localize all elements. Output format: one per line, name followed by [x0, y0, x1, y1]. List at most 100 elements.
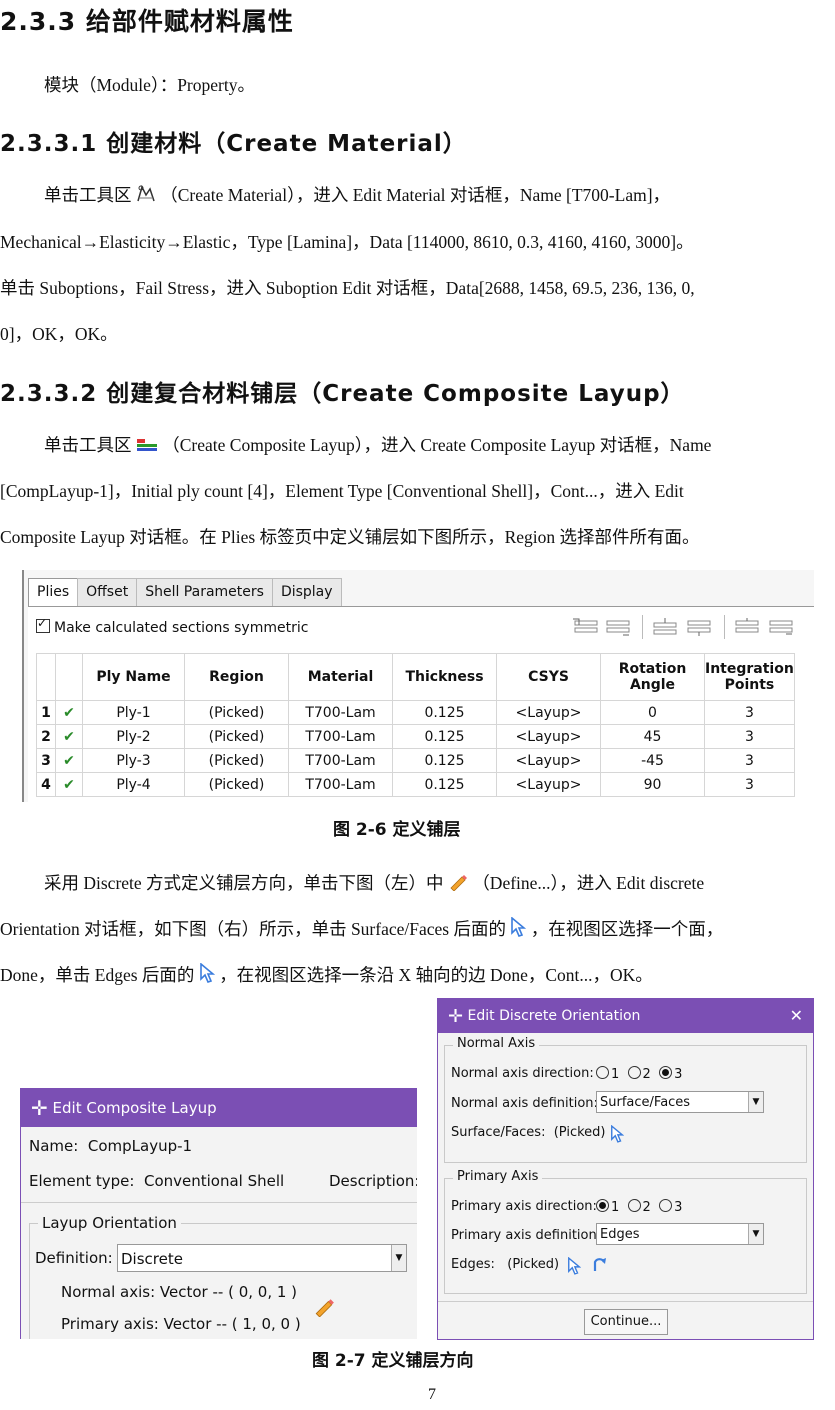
material-cell[interactable]: T700-Lam — [288, 748, 393, 773]
orientation-line3-suffix: ，在视图区选择一条沿 X 轴向的边 Done，Cont...，OK。 — [219, 965, 653, 985]
section-heading-2-3-3-1: 2.3.3.1 创建材料（Create Material） — [0, 131, 467, 157]
name-row: Name: CompLayup-1 — [29, 1137, 192, 1155]
name-value: CompLayup-1 — [87, 1137, 193, 1155]
chevron-down-icon[interactable]: ▼ — [748, 1224, 763, 1244]
surface-faces-row: Surface/Faces: (Picked) — [451, 1125, 606, 1140]
layup-paragraph-line-2: [CompLayup-1]，Initial ply count [4]，Elem… — [0, 481, 684, 501]
tab-plies[interactable]: Plies — [28, 578, 79, 606]
section-heading-2-3-3-2: 2.3.3.2 创建复合材料铺层（Create Composite Layup） — [0, 381, 685, 407]
table-row[interactable]: 1 ✔ Ply-1 (Picked) T700-Lam 0.125 <Layup… — [36, 700, 795, 725]
select-cursor-icon — [510, 908, 527, 954]
material-cell[interactable]: T700-Lam — [288, 772, 393, 797]
header-material: Material — [288, 653, 393, 701]
select-edges-cursor-icon[interactable] — [567, 1257, 581, 1275]
thickness-cell[interactable]: 0.125 — [392, 724, 497, 749]
copy-row-icon[interactable] — [732, 617, 762, 637]
primary-definition-select[interactable]: Edges ▼ — [596, 1223, 764, 1245]
element-type-value: Conventional Shell — [143, 1172, 285, 1190]
move-handle-icon[interactable]: ✛ — [448, 1006, 463, 1027]
ply-name-cell[interactable]: Ply-2 — [82, 724, 185, 749]
figure-caption-2-6: 图 2-6 定义铺层 — [333, 820, 461, 840]
table-row[interactable]: 2 ✔ Ply-2 (Picked) T700-Lam 0.125 <Layup… — [36, 724, 795, 749]
region-cell[interactable]: (Picked) — [184, 748, 289, 773]
normal-definition-label: Normal axis definition: — [451, 1096, 598, 1111]
select-surface-cursor-icon[interactable] — [610, 1125, 624, 1143]
material-line1-prefix: 单击工具区 — [44, 185, 132, 205]
chevron-down-icon[interactable]: ▼ — [748, 1092, 763, 1112]
csys-cell[interactable]: <Layup> — [496, 700, 601, 725]
rotation-angle-cell[interactable]: -45 — [600, 748, 705, 773]
radio-2[interactable] — [627, 1199, 641, 1212]
chevron-down-icon[interactable]: ▼ — [391, 1245, 406, 1271]
table-row[interactable]: 3 ✔ Ply-3 (Picked) T700-Lam 0.125 <Layup… — [36, 748, 795, 773]
csys-cell[interactable]: <Layup> — [496, 724, 601, 749]
move-handle-icon[interactable]: ✛ — [31, 1096, 48, 1120]
pencil-icon — [448, 862, 468, 908]
radio-1[interactable] — [596, 1066, 609, 1079]
symmetric-checkbox-label: Make calculated sections symmetric — [54, 620, 309, 636]
insert-row-after-icon[interactable] — [603, 617, 633, 637]
radio-2[interactable] — [627, 1066, 641, 1079]
symmetric-checkbox[interactable]: Make calculated sections symmetric — [36, 616, 309, 636]
integration-points-cell[interactable]: 3 — [704, 748, 795, 773]
plies-tab-body: Make calculated sections symmetric Ply N… — [28, 606, 814, 802]
create-material-icon — [136, 174, 156, 220]
tab-display[interactable]: Display — [271, 578, 342, 606]
header-thickness: Thickness — [392, 653, 497, 701]
group-title: Primary Axis — [453, 1169, 543, 1184]
delete-row-icon[interactable] — [766, 617, 796, 637]
tab-shell-parameters[interactable]: Shell Parameters — [136, 578, 273, 606]
surface-faces-value: (Picked) — [553, 1125, 606, 1140]
dialog-title: Edit Composite Layup — [52, 1099, 217, 1117]
plies-table: Ply Name Region Material Thickness CSYS … — [36, 653, 795, 797]
rotation-angle-cell[interactable]: 45 — [600, 724, 705, 749]
thickness-cell[interactable]: 0.125 — [392, 748, 497, 773]
integration-points-cell[interactable]: 3 — [704, 700, 795, 725]
ply-name-cell[interactable]: Ply-4 — [82, 772, 185, 797]
continue-button[interactable]: Continue... — [584, 1309, 668, 1335]
row-number: 1 — [36, 700, 56, 725]
element-type-row: Element type: Conventional Shell — [29, 1172, 284, 1190]
move-row-down-icon[interactable] — [684, 617, 714, 637]
material-cell[interactable]: T700-Lam — [288, 700, 393, 725]
thickness-cell[interactable]: 0.125 — [392, 700, 497, 725]
flip-direction-icon[interactable] — [591, 1255, 607, 1273]
radio-3-selected[interactable] — [659, 1066, 673, 1079]
check-icon: ✔ — [55, 748, 83, 773]
material-line1-suffix: （Create Material），进入 Edit Material 对话框，N… — [160, 185, 671, 205]
material-cell[interactable]: T700-Lam — [288, 724, 393, 749]
ply-name-cell[interactable]: Ply-1 — [82, 700, 185, 725]
radio-1-selected[interactable] — [596, 1199, 609, 1212]
insert-row-before-icon[interactable] — [571, 617, 601, 637]
region-cell[interactable]: (Picked) — [184, 772, 289, 797]
tab-offset[interactable]: Offset — [77, 578, 138, 606]
region-cell[interactable]: (Picked) — [184, 724, 289, 749]
page-number: 7 — [428, 1386, 436, 1403]
region-cell[interactable]: (Picked) — [184, 700, 289, 725]
radio-3[interactable] — [659, 1199, 673, 1212]
name-label: Name: — [29, 1137, 79, 1155]
rotation-angle-cell[interactable]: 90 — [600, 772, 705, 797]
primary-direction-label: Primary axis direction: — [451, 1199, 597, 1214]
csys-cell[interactable]: <Layup> — [496, 748, 601, 773]
checkbox-checked-icon[interactable] — [36, 616, 50, 633]
radio-2-label: 2 — [642, 1067, 651, 1082]
table-row[interactable]: 4 ✔ Ply-4 (Picked) T700-Lam 0.125 <Layup… — [36, 772, 795, 797]
thickness-cell[interactable]: 0.125 — [392, 772, 497, 797]
define-pencil-icon[interactable] — [313, 1297, 335, 1317]
normal-axis-text: Normal axis: Vector -- ( 0, 0, 1 ) — [61, 1283, 298, 1301]
definition-select[interactable]: Discrete ▼ — [117, 1244, 407, 1272]
rotation-angle-cell[interactable]: 0 — [600, 700, 705, 725]
close-icon[interactable]: ✕ — [790, 999, 803, 1033]
orientation-line1-prefix: 采用 Discrete 方式定义铺层方向，单击下图（左）中 — [44, 873, 444, 893]
ply-name-cell[interactable]: Ply-3 — [82, 748, 185, 773]
header-integration-points: Integration Points — [704, 653, 795, 701]
move-row-up-icon[interactable] — [650, 617, 680, 637]
separator — [21, 1202, 417, 1203]
integration-points-cell[interactable]: 3 — [704, 724, 795, 749]
integration-points-cell[interactable]: 3 — [704, 772, 795, 797]
normal-definition-select[interactable]: Surface/Faces ▼ — [596, 1091, 764, 1113]
plies-panel-figure: Plies Offset Shell Parameters Display Ma… — [22, 570, 814, 802]
radio-1-label: 1 — [611, 1067, 620, 1082]
csys-cell[interactable]: <Layup> — [496, 772, 601, 797]
